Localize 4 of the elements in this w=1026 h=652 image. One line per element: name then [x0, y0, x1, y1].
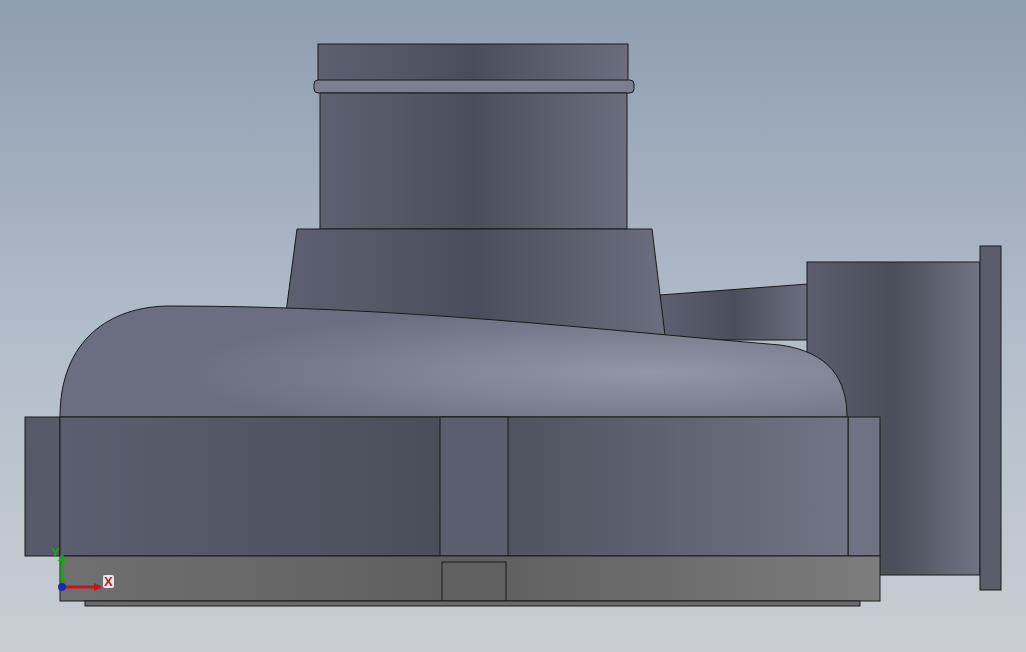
cad-viewport[interactable]: Y X: [0, 0, 1026, 652]
origin-icon: [58, 583, 66, 591]
axis-label: Y: [51, 545, 60, 560]
axis-label: X: [104, 574, 113, 589]
